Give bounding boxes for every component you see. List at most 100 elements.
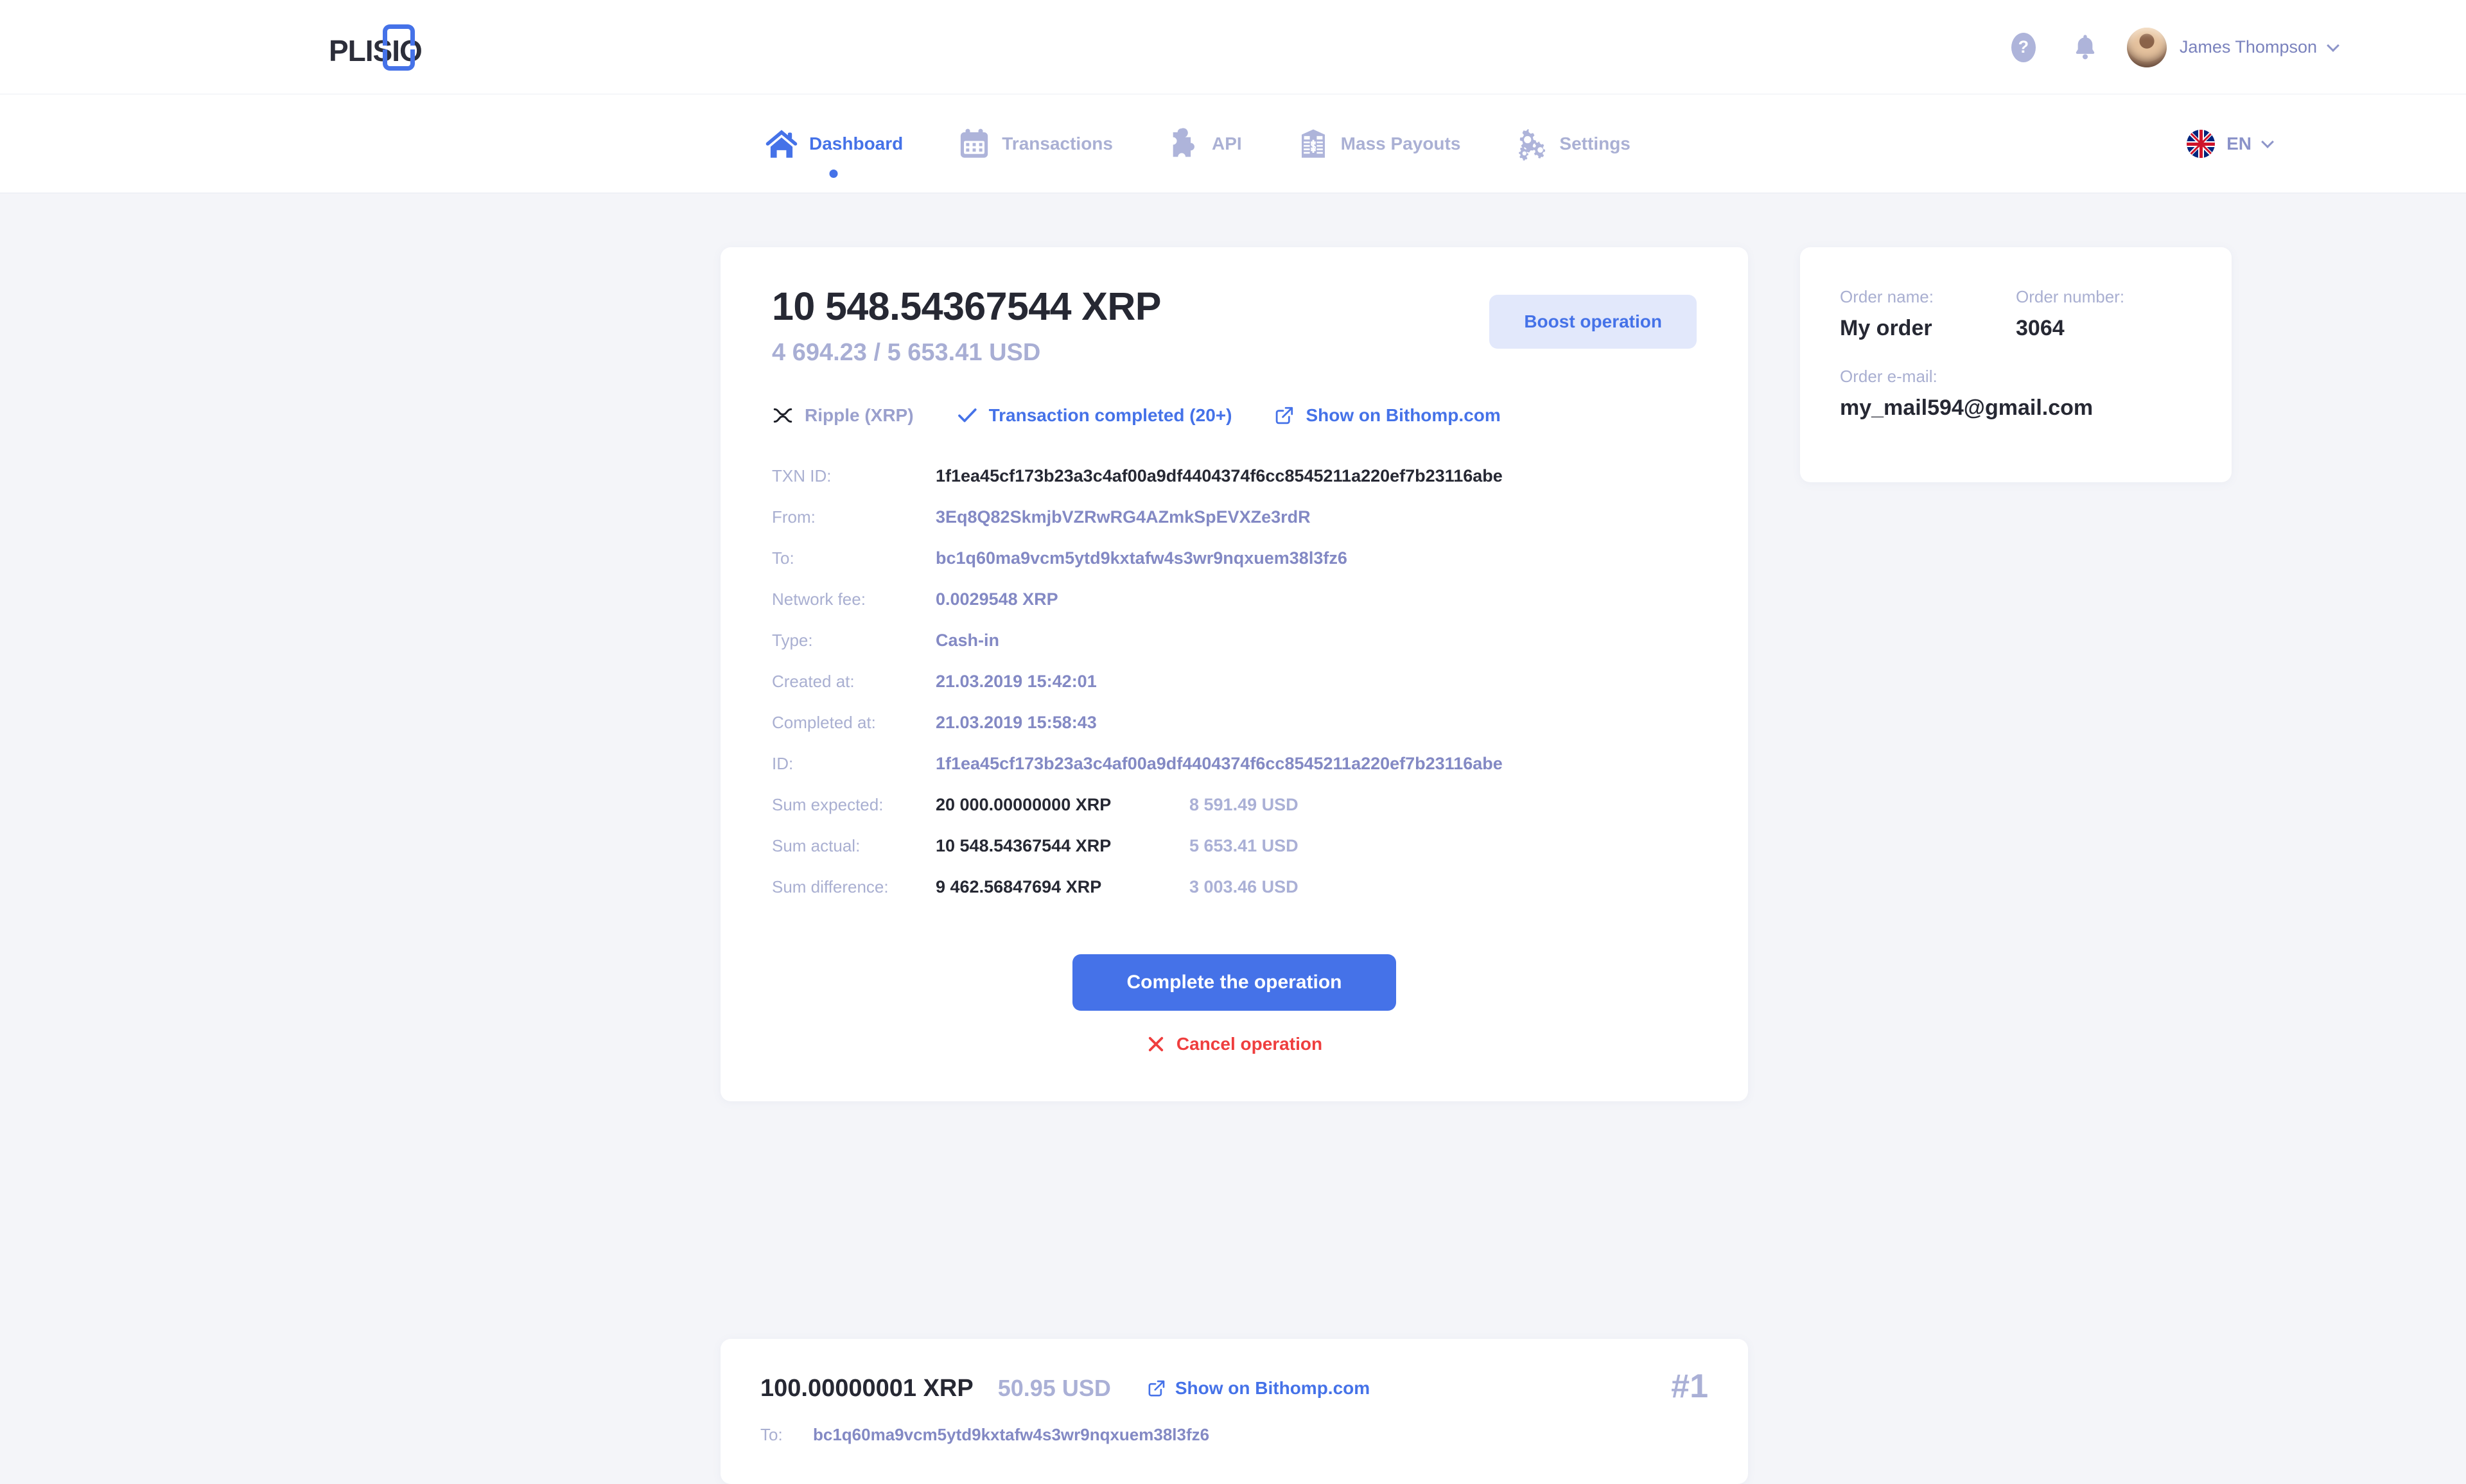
transaction-to-label: To: <box>760 1425 783 1444</box>
help-circle-icon: ? <box>2011 32 2036 62</box>
detail-value-crypto: 9 462.56847694 XRP <box>936 877 1102 896</box>
status-badge: Transaction completed (20+) <box>956 405 1232 426</box>
detail-row-to: To: bc1q60ma9vcm5ytd9kxtafw4s3wr9nqxuem3… <box>772 548 1697 589</box>
network-label: Ripple (XRP) <box>805 405 914 425</box>
operation-amount-crypto: 10 548.54367544 XRP <box>772 284 1162 328</box>
boost-operation-button[interactable]: Boost operation <box>1489 295 1697 349</box>
transaction-amount-fiat: 50.95 USD <box>997 1375 1111 1401</box>
nav-item-transactions[interactable]: Transactions <box>957 94 1113 193</box>
external-link-icon <box>1148 1380 1165 1397</box>
cancel-operation-button[interactable]: Cancel operation <box>1146 1034 1322 1054</box>
avatar[interactable] <box>2126 27 2167 67</box>
notifications-button[interactable] <box>2065 28 2105 67</box>
detail-label: To: <box>772 548 794 568</box>
plisio-logo[interactable]: PLISIO <box>329 24 457 71</box>
operation-amounts: 10 548.54367544 XRP 4 694.23 / 5 653.41 … <box>772 284 1162 366</box>
detail-label: Sum expected: <box>772 795 884 814</box>
nav-item-mass-payouts[interactable]: $ Mass Payouts <box>1296 94 1461 193</box>
detail-label: Sum difference: <box>772 877 889 896</box>
top-bar-right: ? James Thompson <box>2004 0 2339 94</box>
check-icon <box>958 408 977 423</box>
operation-meta: Ripple (XRP) Transaction completed (20+)… <box>772 405 1697 426</box>
nav-label-api: API <box>1211 134 1242 153</box>
order-email-value: my_mail594@gmail.com <box>1840 396 2094 420</box>
operation-details: TXN ID: 1f1ea45cf173b23a3c4af00a9df44043… <box>772 466 1697 918</box>
nav-item-api[interactable]: API <box>1167 94 1242 193</box>
transaction-explorer-link[interactable]: Show on Bithomp.com <box>1147 1378 1370 1399</box>
operation-actions: Complete the operation Cancel operation <box>772 954 1697 1057</box>
transaction-amount-crypto: 100.00000001 XRP <box>760 1374 974 1402</box>
xrp-icon <box>773 408 792 423</box>
detail-label: Completed at: <box>772 713 876 732</box>
detail-label: ID: <box>772 754 794 773</box>
detail-value: 3Eq8Q82SkmjbVZRwRG4AZmkSpEVXZe3rdR <box>936 507 1311 527</box>
detail-row-sum-expected: Sum expected: 20 000.00000000 XRP 8 591.… <box>772 795 1697 836</box>
detail-row-sum-actual: Sum actual: 10 548.54367544 XRP 5 653.41… <box>772 836 1697 877</box>
bell-icon <box>2076 34 2095 59</box>
user-menu[interactable]: James Thompson <box>2179 37 2339 57</box>
detail-label: Sum actual: <box>772 836 861 855</box>
nav-item-settings[interactable]: Settings <box>1514 94 1631 193</box>
help-button[interactable]: ? <box>2004 28 2043 67</box>
complete-operation-button[interactable]: Complete the operation <box>1072 954 1396 1011</box>
order-email-label: Order e-mail: <box>1840 367 1937 386</box>
transaction-card: 100.00000001 XRP 50.95 USD Show on Bitho… <box>721 1339 1748 1484</box>
detail-value-crypto: 10 548.54367544 XRP <box>936 836 1112 855</box>
operation-amount-fiat: 4 694.23 / 5 653.41 USD <box>772 339 1041 366</box>
detail-value-fiat: 3 003.46 USD <box>1189 877 1299 896</box>
order-name-field: Order name: My order <box>1840 287 2016 341</box>
transaction-to-value: bc1q60ma9vcm5ytd9kxtafw4s3wr9nqxuem38l3f… <box>813 1425 1210 1444</box>
language-label: EN <box>2226 134 2252 153</box>
detail-value-crypto: 20 000.00000000 XRP <box>936 795 1112 814</box>
status-label: Transaction completed (20+) <box>988 405 1232 425</box>
chevron-down-icon <box>2327 39 2339 52</box>
order-card: Order name: My order Order number: 3064 … <box>1800 247 2232 482</box>
nav-label-mass-payouts: Mass Payouts <box>1340 134 1461 153</box>
nav-active-indicator <box>829 170 838 178</box>
detail-row-sum-difference: Sum difference: 9 462.56847694 XRP 3 003… <box>772 877 1697 918</box>
main-nav: Dashboard Transactions API $ Mass Payout… <box>0 94 2466 193</box>
top-bar: PLISIO ? James Thompson <box>0 0 2466 94</box>
detail-value: 1f1ea45cf173b23a3c4af00a9df4404374f6cc85… <box>936 466 1503 485</box>
logo-bracket-icon <box>383 24 415 71</box>
detail-value: 1f1ea45cf173b23a3c4af00a9df4404374f6cc85… <box>936 754 1503 773</box>
external-link-icon <box>1276 406 1293 424</box>
nav-item-dashboard[interactable]: Dashboard <box>764 94 903 193</box>
detail-row-id: ID: 1f1ea45cf173b23a3c4af00a9df4404374f6… <box>772 754 1697 795</box>
detail-value-fiat: 8 591.49 USD <box>1189 795 1299 814</box>
nav-label-transactions: Transactions <box>1002 134 1113 153</box>
x-icon <box>1146 1034 1166 1054</box>
transaction-to-row: To: bc1q60ma9vcm5ytd9kxtafw4s3wr9nqxuem3… <box>760 1425 1708 1445</box>
svg-text:$: $ <box>1310 141 1316 152</box>
user-name: James Thompson <box>2179 37 2317 57</box>
detail-label: From: <box>772 507 816 527</box>
order-number-label: Order number: <box>2016 287 2125 306</box>
order-name-value: My order <box>1840 316 1932 340</box>
order-number-value: 3064 <box>2016 316 2065 340</box>
transaction-index: #1 <box>1671 1368 1708 1405</box>
network-badge: Ripple (XRP) <box>772 405 914 426</box>
detail-row-created-at: Created at: 21.03.2019 15:42:01 <box>772 672 1697 713</box>
detail-row-from: From: 3Eq8Q82SkmjbVZRwRG4AZmkSpEVXZe3rdR <box>772 507 1697 548</box>
chevron-down-icon <box>2261 135 2274 148</box>
order-number-field: Order number: 3064 <box>2016 287 2192 341</box>
detail-label: Created at: <box>772 672 855 691</box>
detail-row-type: Type: Cash-in <box>772 631 1697 672</box>
nav-label-dashboard: Dashboard <box>809 134 904 153</box>
puzzle-icon <box>1173 128 1194 157</box>
detail-label: Type: <box>772 631 813 650</box>
nav-label-settings: Settings <box>1559 134 1631 153</box>
transaction-header: 100.00000001 XRP 50.95 USD Show on Bitho… <box>760 1368 1708 1406</box>
operation-header: 10 548.54367544 XRP 4 694.23 / 5 653.41 … <box>772 287 1697 365</box>
detail-row-completed-at: Completed at: 21.03.2019 15:58:43 <box>772 713 1697 754</box>
language-selector[interactable]: EN <box>2187 94 2274 193</box>
explorer-link[interactable]: Show on Bithomp.com <box>1274 405 1501 426</box>
detail-value: Cash-in <box>936 631 1000 650</box>
explorer-link-label: Show on Bithomp.com <box>1306 405 1501 425</box>
detail-label: TXN ID: <box>772 466 832 485</box>
detail-value: 21.03.2019 15:58:43 <box>936 713 1097 732</box>
gears-icon <box>1519 129 1546 161</box>
uk-flag-icon <box>2187 130 2216 158</box>
cancel-operation-label: Cancel operation <box>1176 1034 1323 1054</box>
detail-row-txn-id: TXN ID: 1f1ea45cf173b23a3c4af00a9df44043… <box>772 466 1697 507</box>
